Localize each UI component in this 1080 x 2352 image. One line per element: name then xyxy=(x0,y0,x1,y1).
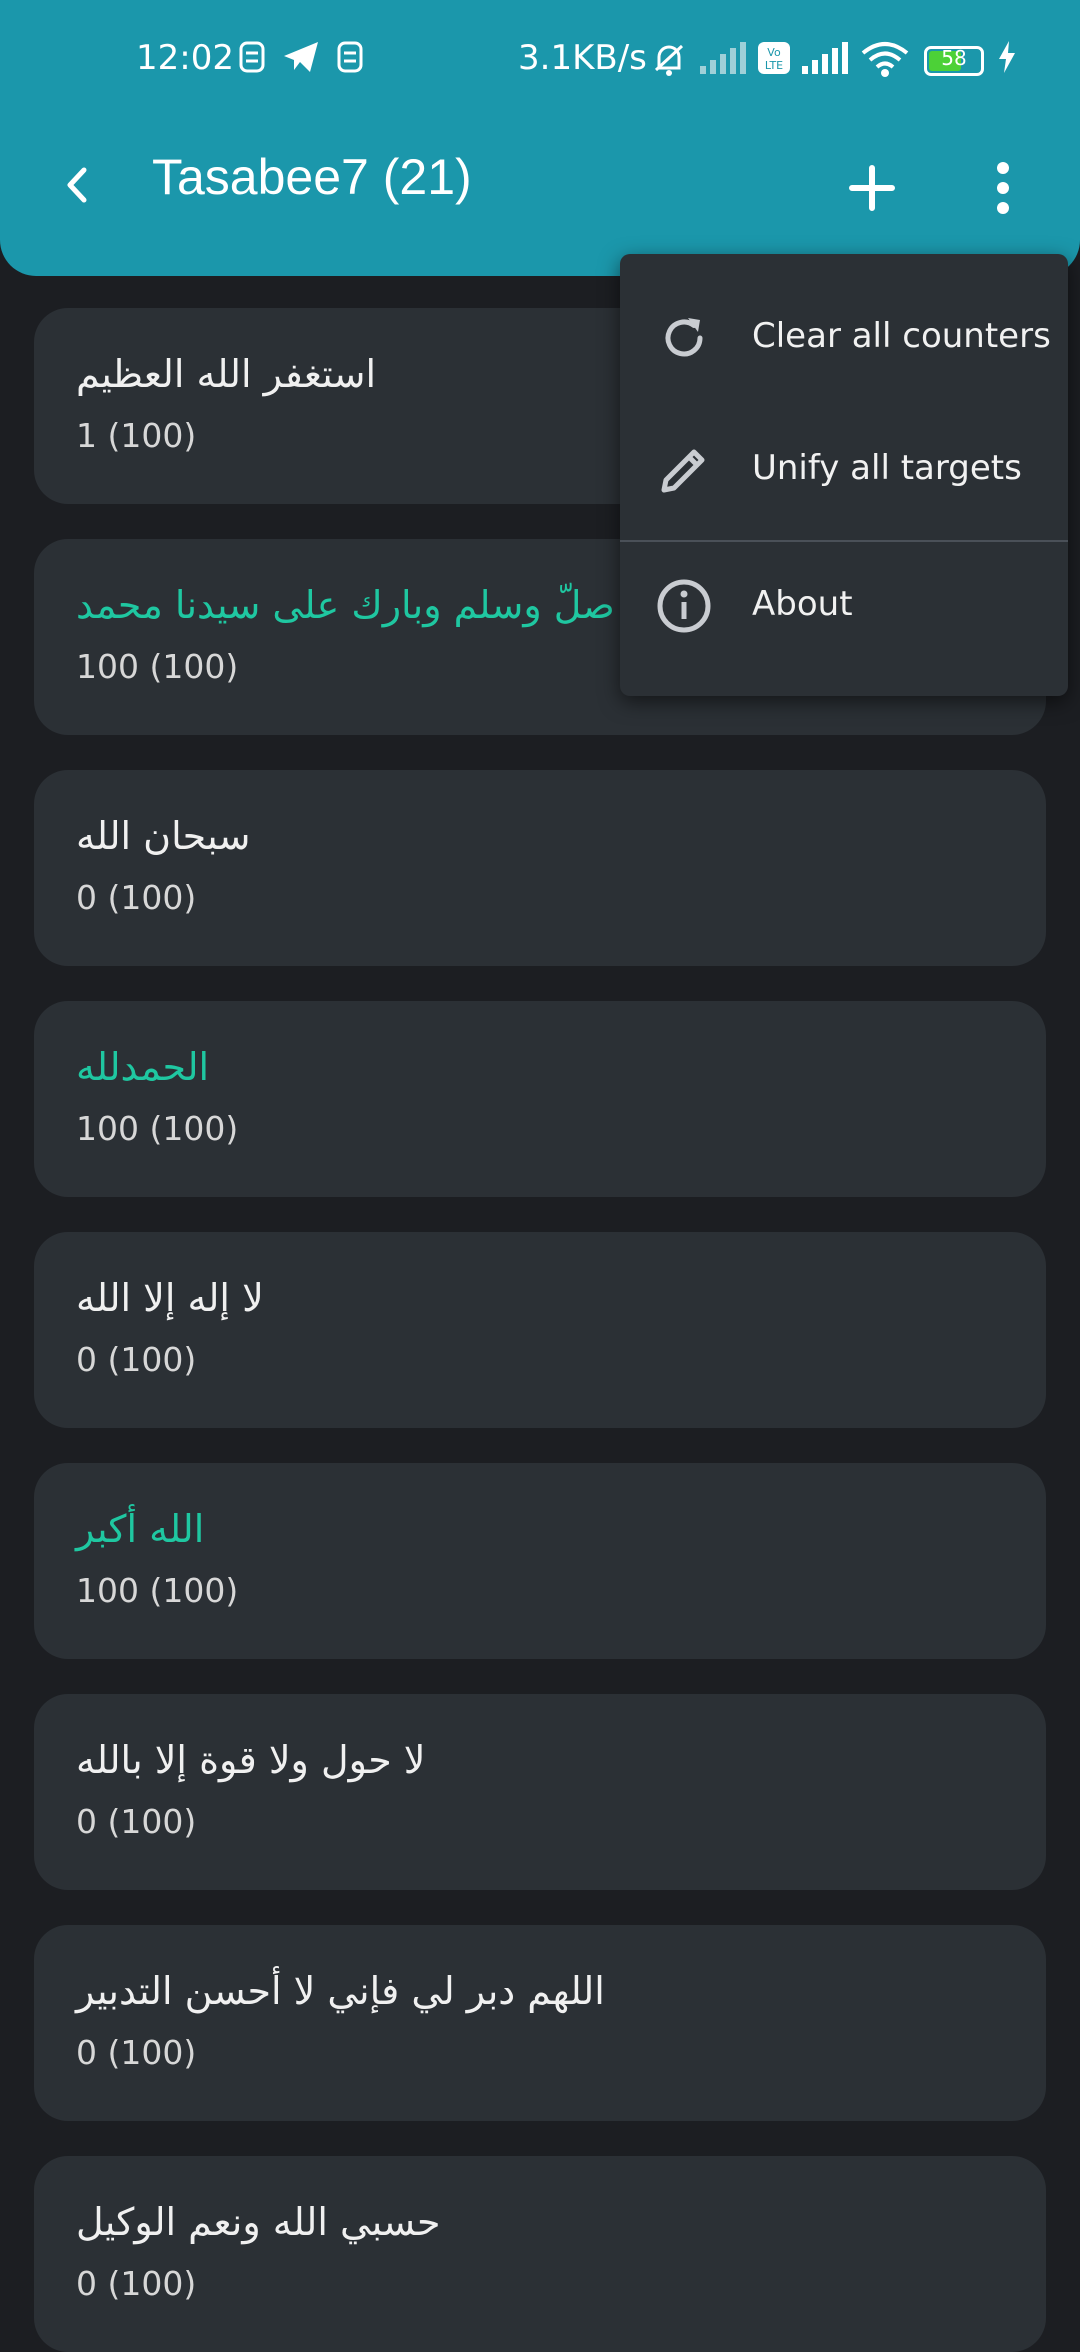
list-item[interactable]: حسبي الله ونعم الوكيل 0 (100) xyxy=(34,2156,1046,2352)
tasbeeh-count: 0 (100) xyxy=(76,2033,197,2072)
list-item[interactable]: الله أكبر 100 (100) xyxy=(34,1463,1046,1659)
tasbeeh-text: استغفر الله العظيم xyxy=(76,352,377,396)
network-speed: 3.1KB/s xyxy=(518,38,647,78)
telegram-icon xyxy=(282,40,320,83)
app-bar: 12:02 3.1KB/s Vo LTE 58 Tasabee7 (21) xyxy=(0,0,1080,276)
add-button[interactable] xyxy=(846,162,898,218)
tasbeeh-text: سبحان الله xyxy=(76,814,251,858)
tasbeeh-count: 100 (100) xyxy=(76,1571,239,1610)
tasbeeh-text: حسبي الله ونعم الوكيل xyxy=(76,2200,441,2244)
app-notification-icon xyxy=(238,40,266,83)
menu-item-about[interactable]: About xyxy=(620,544,1068,664)
list-item[interactable]: اللهم دبر لي فإني لا أحسن التدبير 0 (100… xyxy=(34,1925,1046,2121)
tasbeeh-count: 0 (100) xyxy=(76,878,197,917)
battery-icon: 58 xyxy=(924,46,984,76)
battery-level: 58 xyxy=(941,46,967,70)
menu-item-label: About xyxy=(752,584,853,624)
volte-icon: Vo LTE xyxy=(756,40,792,85)
tasbeeh-count: 0 (100) xyxy=(76,1340,197,1379)
status-time: 12:02 xyxy=(136,38,234,78)
svg-text:LTE: LTE xyxy=(765,59,783,72)
list-item[interactable]: لا إله إلا الله 0 (100) xyxy=(34,1232,1046,1428)
refresh-icon xyxy=(656,310,712,370)
status-bar: 12:02 3.1KB/s Vo LTE 58 xyxy=(0,0,1080,120)
tasbeeh-count: 0 (100) xyxy=(76,1802,197,1841)
charging-icon xyxy=(996,40,1018,83)
tasbeeh-text: الحمدلله xyxy=(76,1045,210,1089)
overflow-menu: Clear all counters Unify all targets Abo… xyxy=(620,254,1068,696)
list-item[interactable]: الحمدلله 100 (100) xyxy=(34,1001,1046,1197)
tasbeeh-text: اللهم دبر لي فإني لا أحسن التدبير xyxy=(76,1969,605,2013)
svg-text:Vo: Vo xyxy=(767,46,781,59)
back-button[interactable] xyxy=(58,160,98,214)
tasbeeh-text: الله أكبر xyxy=(76,1507,205,1551)
menu-item-unify-targets[interactable]: Unify all targets xyxy=(620,408,1068,528)
signal-icon-sim2 xyxy=(800,40,850,85)
list-item[interactable]: سبحان الله 0 (100) xyxy=(34,770,1046,966)
pencil-icon xyxy=(656,442,712,502)
tasbeeh-count: 100 (100) xyxy=(76,1109,239,1148)
page-title: Tasabee7 (21) xyxy=(152,149,472,205)
signal-icon-sim1 xyxy=(698,40,748,85)
tasbeeh-count: 100 (100) xyxy=(76,647,239,686)
menu-item-label: Unify all targets xyxy=(752,448,1022,488)
app-notification-icon-2 xyxy=(336,40,364,83)
menu-item-clear-counters[interactable]: Clear all counters xyxy=(620,276,1068,396)
list-item[interactable]: لا حول ولا قوة إلا بالله 0 (100) xyxy=(34,1694,1046,1890)
mute-bell-icon xyxy=(650,40,688,87)
tasbeeh-text: لا إله إلا الله xyxy=(76,1276,264,1320)
more-options-button[interactable] xyxy=(988,160,1018,220)
menu-divider xyxy=(620,540,1068,542)
menu-item-label: Clear all counters xyxy=(752,316,1051,356)
tasbeeh-text: لا حول ولا قوة إلا بالله xyxy=(76,1738,426,1782)
wifi-icon xyxy=(860,40,910,87)
info-icon xyxy=(656,578,712,638)
tasbeeh-text: اللهم صلّ وسلم وبارك على سيدنا محمد xyxy=(76,583,705,627)
tasbeeh-count: 1 (100) xyxy=(76,416,197,455)
tasbeeh-count: 0 (100) xyxy=(76,2264,197,2303)
